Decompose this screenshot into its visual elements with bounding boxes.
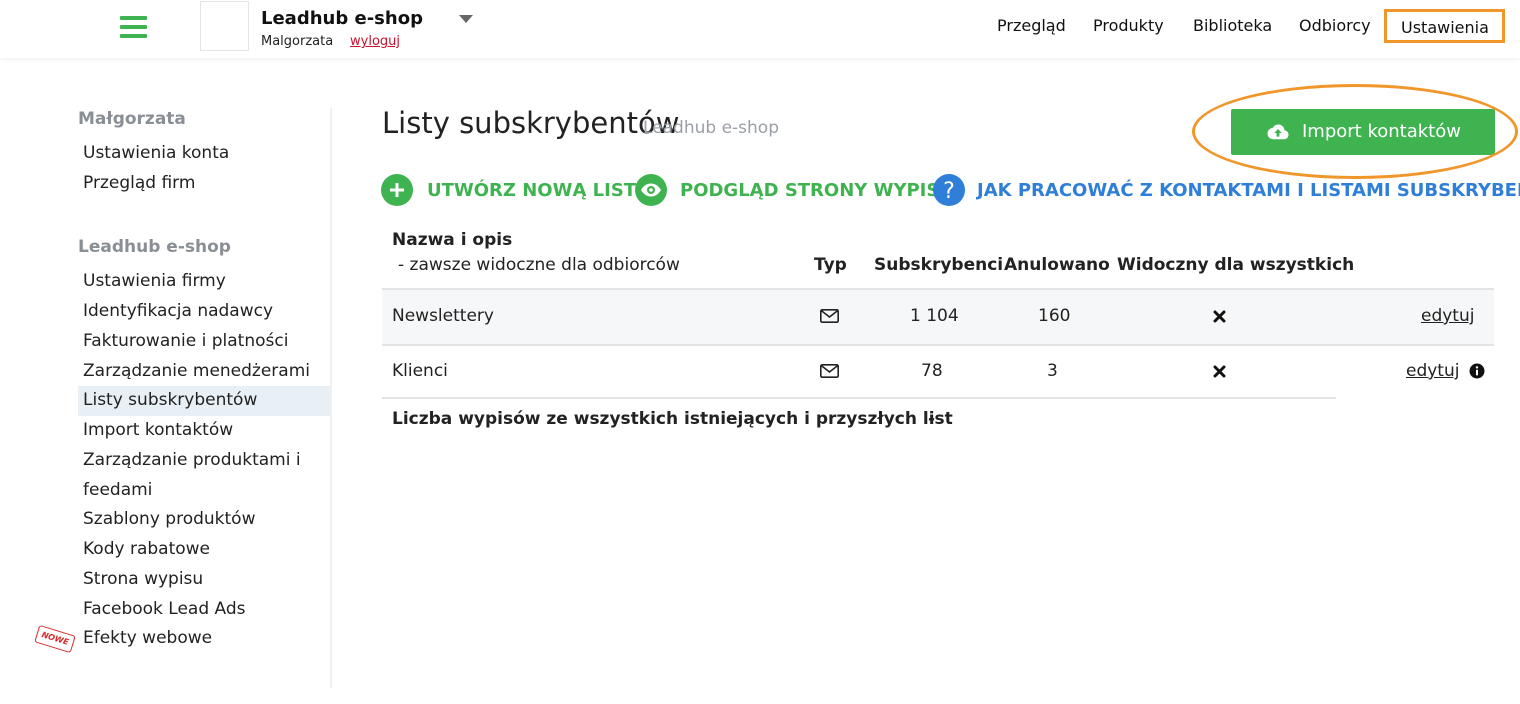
eye-icon bbox=[635, 174, 667, 206]
info-icon[interactable] bbox=[1469, 363, 1485, 379]
sidebar-item-listy-subskrybentow[interactable]: Listy subskrybentów bbox=[78, 386, 330, 416]
edit-list-link[interactable]: edytuj bbox=[1406, 361, 1459, 381]
page-title: Listy subskrybentów bbox=[382, 106, 680, 140]
envelope-icon bbox=[820, 364, 839, 378]
unsubscribe-total-label: Liczba wypisów ze wszystkich istniejącyc… bbox=[392, 409, 953, 429]
sidebar-item-produkty-feedy-cont[interactable]: feedami bbox=[83, 480, 152, 500]
sidebar-heading-shop: Leadhub e-shop bbox=[78, 237, 231, 257]
unsubscribe-total-value: - bbox=[928, 409, 936, 429]
plus-icon bbox=[381, 174, 413, 206]
nav-odbiorcy[interactable]: Odbiorcy bbox=[1299, 16, 1371, 35]
column-header-visible: Widoczny dla wszystkich bbox=[1117, 255, 1355, 275]
sidebar-item-przeglad-firm[interactable]: Przegląd firm bbox=[83, 173, 195, 193]
sidebar-item-menedzerowie[interactable]: Zarządzanie menedżerami bbox=[83, 361, 310, 381]
shop-logo bbox=[200, 1, 249, 51]
sidebar-item-ustawienia-firmy[interactable]: Ustawienia firmy bbox=[83, 271, 226, 291]
sidebar-item-facebook-lead-ads[interactable]: Facebook Lead Ads bbox=[83, 599, 246, 619]
list-subscribers: 78 bbox=[921, 361, 943, 381]
table-row-divider bbox=[382, 397, 1336, 399]
nav-produkty[interactable]: Produkty bbox=[1093, 16, 1164, 35]
nav-ustawienia[interactable]: Ustawienia bbox=[1384, 9, 1505, 43]
nav-biblioteka[interactable]: Biblioteka bbox=[1193, 16, 1272, 35]
sidebar-item-efekty-webowe[interactable]: Efekty webowe bbox=[83, 628, 212, 648]
table-row-divider bbox=[382, 344, 1494, 346]
column-header-name: Nazwa i opis bbox=[392, 230, 513, 250]
cloud-upload-icon bbox=[1267, 124, 1289, 140]
sidebar-item-ustawienia-konta[interactable]: Ustawienia konta bbox=[83, 143, 229, 163]
list-cancelled: 3 bbox=[1047, 361, 1058, 381]
x-icon bbox=[1213, 365, 1226, 378]
list-name: Klienci bbox=[392, 361, 448, 381]
preview-unsubscribe-label: PODGLĄD STRONY WYPISU bbox=[680, 180, 954, 201]
column-header-name-desc: - zawsze widoczne dla odbiorców bbox=[398, 255, 680, 275]
sidebar-item-produkty-feedy[interactable]: Zarządzanie produktami i bbox=[83, 450, 301, 470]
import-contacts-button[interactable]: Import kontaktów bbox=[1231, 109, 1495, 155]
sidebar-item-label: Listy subskrybentów bbox=[83, 390, 258, 410]
sidebar-item-import-kontaktow[interactable]: Import kontaktów bbox=[83, 420, 233, 440]
column-header-subscribers: Subskrybenci bbox=[874, 255, 1004, 275]
x-icon bbox=[1213, 310, 1226, 323]
sidebar-item-strona-wypisu[interactable]: Strona wypisu bbox=[83, 569, 203, 589]
nav-przeglad[interactable]: Przegląd bbox=[997, 16, 1066, 35]
menu-icon[interactable] bbox=[120, 15, 147, 39]
svg-text:?: ? bbox=[943, 179, 955, 204]
column-header-type: Typ bbox=[814, 255, 847, 275]
import-contacts-label: Import kontaktów bbox=[1302, 121, 1461, 142]
user-name: Malgorzata bbox=[261, 34, 334, 49]
list-subscribers: 1 104 bbox=[910, 306, 959, 326]
page-subtitle: Leadhub e-shop bbox=[643, 118, 779, 138]
edit-list-link[interactable]: edytuj bbox=[1421, 306, 1474, 326]
top-bar: Leadhub e-shop Malgorzata wyloguj Przegl… bbox=[0, 0, 1520, 58]
sidebar-divider bbox=[330, 108, 332, 688]
list-cancelled: 160 bbox=[1038, 306, 1071, 326]
new-badge: NOWE bbox=[34, 624, 76, 654]
column-header-cancelled: Anulowano bbox=[1004, 255, 1110, 275]
help-icon: ? bbox=[933, 174, 965, 206]
envelope-icon bbox=[820, 309, 839, 323]
chevron-down-icon[interactable] bbox=[459, 15, 473, 23]
shop-name: Leadhub e-shop bbox=[261, 8, 423, 29]
help-label: JAK PRACOWAĆ Z KONTAKTAMI I LISTAMI SUBS… bbox=[977, 180, 1520, 201]
logout-link[interactable]: wyloguj bbox=[350, 34, 400, 49]
sidebar-item-identyfikacja-nadawcy[interactable]: Identyfikacja nadawcy bbox=[83, 301, 273, 321]
sidebar-item-fakturowanie[interactable]: Fakturowanie i platności bbox=[83, 331, 288, 351]
sidebar-item-szablony-produktow[interactable]: Szablony produktów bbox=[83, 509, 255, 529]
sidebar-heading-user: Małgorzata bbox=[78, 109, 186, 129]
sidebar-item-kody-rabatowe[interactable]: Kody rabatowe bbox=[83, 539, 210, 559]
list-name: Newslettery bbox=[392, 306, 494, 326]
create-list-label: UTWÓRZ NOWĄ LISTĘ bbox=[427, 180, 649, 201]
